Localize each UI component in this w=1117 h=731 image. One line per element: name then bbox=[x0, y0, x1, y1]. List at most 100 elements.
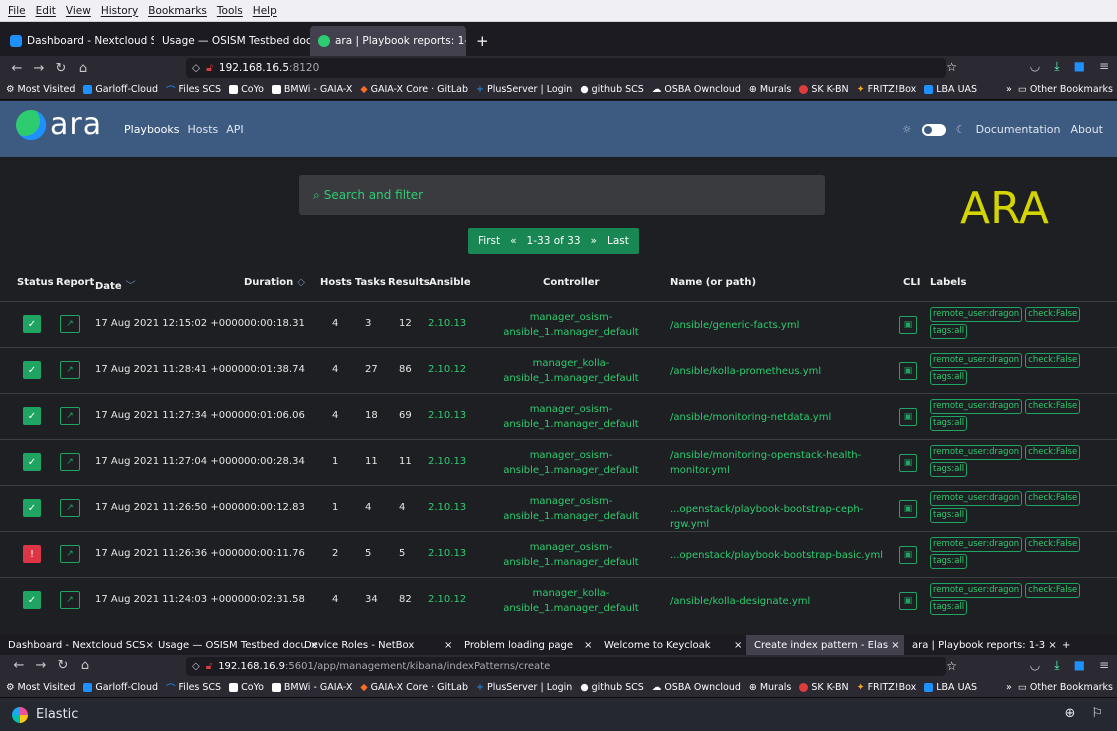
bookmark-murals[interactable]: ⊕ Murals bbox=[749, 682, 792, 693]
nav-about[interactable]: About bbox=[1070, 123, 1103, 136]
theme-toggle[interactable] bbox=[921, 123, 946, 136]
label-badge[interactable]: remote_user:dragon bbox=[930, 445, 1023, 460]
ansible-version[interactable]: 2.10.13 bbox=[428, 456, 466, 467]
status-success-button[interactable]: ✓ bbox=[23, 407, 41, 425]
bookmark-star-icon[interactable]: ☆ bbox=[946, 659, 957, 673]
label-badge[interactable]: tags:all bbox=[930, 600, 968, 615]
elastic-logo-icon[interactable] bbox=[12, 706, 28, 723]
other-bookmarks[interactable]: » ▭ Other Bookmarks bbox=[1006, 682, 1113, 693]
bookmark-fritzbox[interactable]: ✦ FRITZ!Box bbox=[857, 84, 917, 95]
label-badge[interactable]: remote_user:dragon bbox=[930, 537, 1023, 552]
tab-ara[interactable]: ara | Playbook reports: 1-3 × bbox=[310, 26, 466, 56]
tab-ara-2[interactable]: ara | Playbook reports: 1-3 × bbox=[904, 635, 1057, 655]
bookmark-murals[interactable]: ⊕ Murals bbox=[749, 84, 792, 95]
label-badge[interactable]: tags:all bbox=[930, 324, 968, 339]
label-badge[interactable]: check:False bbox=[1025, 399, 1081, 414]
reload-icon[interactable]: ↻ bbox=[52, 658, 74, 673]
reload-icon[interactable]: ↻ bbox=[50, 61, 72, 76]
ansible-version[interactable]: 2.10.13 bbox=[428, 548, 466, 559]
nav-hosts[interactable]: Hosts bbox=[187, 123, 218, 136]
bookmark-github[interactable]: ● github SCS bbox=[580, 84, 643, 95]
label-badge[interactable]: check:False bbox=[1025, 353, 1081, 368]
bookmark-bmwi[interactable]: BMWi - GAIA-X bbox=[271, 84, 352, 95]
cli-button[interactable]: ▣ bbox=[899, 408, 917, 426]
report-button[interactable]: ↗ bbox=[60, 591, 80, 609]
back-icon[interactable]: ← bbox=[6, 61, 28, 76]
menu-tools[interactable]: Tools bbox=[217, 5, 243, 17]
playbook-name-link[interactable]: /ansible/kolla-designate.yml bbox=[670, 594, 895, 609]
bookmark-lba[interactable]: LBA UAS bbox=[924, 682, 977, 693]
controller-link[interactable]: manager_osism-ansible_1.manager_default bbox=[496, 448, 646, 478]
ansible-version[interactable]: 2.10.12 bbox=[428, 364, 466, 375]
bookmark-gitlab[interactable]: ◆ GAIA-X Core · GitLab bbox=[360, 682, 468, 693]
bookmark-files-scs[interactable]: ⌒ Files SCS bbox=[166, 83, 221, 97]
home-icon[interactable]: ⌂ bbox=[74, 658, 96, 673]
tab-osism-docs-2[interactable]: Usage — OSISM Testbed docu × bbox=[150, 635, 318, 655]
cli-button[interactable]: ▣ bbox=[899, 316, 917, 334]
menu-help[interactable]: Help bbox=[253, 5, 277, 17]
controller-link[interactable]: manager_kolla-ansible_1.manager_default bbox=[496, 356, 646, 386]
label-badge[interactable]: tags:all bbox=[930, 416, 968, 431]
bookmark-sk-kbn[interactable]: SK K-BN bbox=[799, 682, 849, 693]
menu-file[interactable]: File bbox=[8, 5, 26, 17]
report-button[interactable]: ↗ bbox=[60, 361, 80, 379]
bookmark-plusserver[interactable]: + PlusServer | Login bbox=[476, 84, 572, 95]
report-button[interactable]: ↗ bbox=[60, 407, 80, 425]
tab-keycloak[interactable]: Welcome to Keycloak bbox=[596, 635, 726, 655]
ara-brand[interactable]: ara bbox=[50, 107, 102, 142]
bookmark-garloff-cloud[interactable]: Garloff-Cloud bbox=[83, 682, 158, 693]
cli-button[interactable]: ▣ bbox=[899, 546, 917, 564]
second-url-bar[interactable]: ◇ 🔓︎ 192.168.16.9:5601/app/management/ki… bbox=[186, 657, 946, 676]
pager-first[interactable]: First bbox=[478, 235, 500, 247]
bookmark-plusserver[interactable]: + PlusServer | Login bbox=[476, 682, 572, 693]
report-button[interactable]: ↗ bbox=[60, 545, 80, 563]
close-icon[interactable]: × bbox=[576, 635, 596, 655]
label-badge[interactable]: check:False bbox=[1025, 537, 1081, 552]
report-button[interactable]: ↗ bbox=[60, 499, 80, 517]
bookmark-gitlab[interactable]: ◆ GAIA-X Core · GitLab bbox=[360, 84, 468, 95]
ansible-version[interactable]: 2.10.13 bbox=[428, 410, 466, 421]
bookmark-osba[interactable]: ☁ OSBA Owncloud bbox=[652, 682, 741, 693]
label-badge[interactable]: tags:all bbox=[930, 554, 968, 569]
menu-history[interactable]: History bbox=[101, 5, 138, 17]
status-success-button[interactable]: ✓ bbox=[23, 453, 41, 471]
label-badge[interactable]: check:False bbox=[1025, 583, 1081, 598]
nav-documentation[interactable]: Documentation bbox=[976, 123, 1061, 136]
cli-button[interactable]: ▣ bbox=[899, 454, 917, 472]
download-icon[interactable]: ⤓ bbox=[1054, 658, 1059, 673]
controller-link[interactable]: manager_osism-ansible_1.manager_default bbox=[496, 310, 646, 340]
status-failed-button[interactable]: ! bbox=[23, 545, 41, 563]
new-tab-button[interactable]: + bbox=[466, 26, 499, 56]
playbook-name-link[interactable]: /ansible/generic-facts.yml bbox=[670, 318, 895, 333]
tab-nextcloud[interactable]: Dashboard - Nextcloud SCS × bbox=[2, 26, 154, 56]
playbook-name-link[interactable]: ...openstack/playbook-bootstrap-basic.ym… bbox=[670, 548, 895, 563]
tab-osism-docs[interactable]: Usage — OSISM Testbed docu × bbox=[154, 26, 310, 56]
extension-icon[interactable]: ■ bbox=[1074, 658, 1085, 673]
label-badge[interactable]: check:False bbox=[1025, 491, 1081, 506]
playbook-name-link[interactable]: /ansible/kolla-prometheus.yml bbox=[670, 364, 895, 379]
pager-prev[interactable]: « bbox=[510, 235, 516, 247]
label-badge[interactable]: tags:all bbox=[930, 370, 968, 385]
tab-nextcloud-2[interactable]: Dashboard - Nextcloud SCS× bbox=[0, 635, 154, 655]
label-badge[interactable]: check:False bbox=[1025, 307, 1081, 322]
bookmark-star-icon[interactable]: ☆ bbox=[946, 60, 957, 74]
report-button[interactable]: ↗ bbox=[60, 315, 80, 333]
report-button[interactable]: ↗ bbox=[60, 453, 80, 471]
label-badge[interactable]: tags:all bbox=[930, 508, 968, 523]
pocket-icon[interactable]: ◡ bbox=[1030, 658, 1040, 673]
bookmark-coyo[interactable]: CoYo bbox=[229, 682, 264, 693]
bookmark-garloff-cloud[interactable]: Garloff-Cloud bbox=[83, 84, 158, 95]
other-bookmarks[interactable]: » ▭ Other Bookmarks bbox=[1006, 84, 1113, 95]
bookmark-most-visited[interactable]: ⚙ Most Visited bbox=[6, 682, 75, 693]
pager-next[interactable]: » bbox=[591, 235, 597, 247]
bookmark-coyo[interactable]: CoYo bbox=[229, 84, 264, 95]
forward-icon[interactable]: → bbox=[28, 61, 50, 76]
bookmark-github[interactable]: ● github SCS bbox=[580, 682, 643, 693]
nav-playbooks[interactable]: Playbooks bbox=[124, 123, 179, 136]
bookmark-most-visited[interactable]: ⚙ Most Visited bbox=[6, 84, 75, 95]
tab-problem-loading[interactable]: Problem loading page bbox=[456, 635, 576, 655]
bookmark-fritzbox[interactable]: ✦ FRITZ!Box bbox=[857, 682, 917, 693]
help-icon[interactable]: ⊕ bbox=[1064, 706, 1075, 721]
label-badge[interactable]: remote_user:dragon bbox=[930, 583, 1023, 598]
home-icon[interactable]: ⌂ bbox=[72, 61, 94, 76]
